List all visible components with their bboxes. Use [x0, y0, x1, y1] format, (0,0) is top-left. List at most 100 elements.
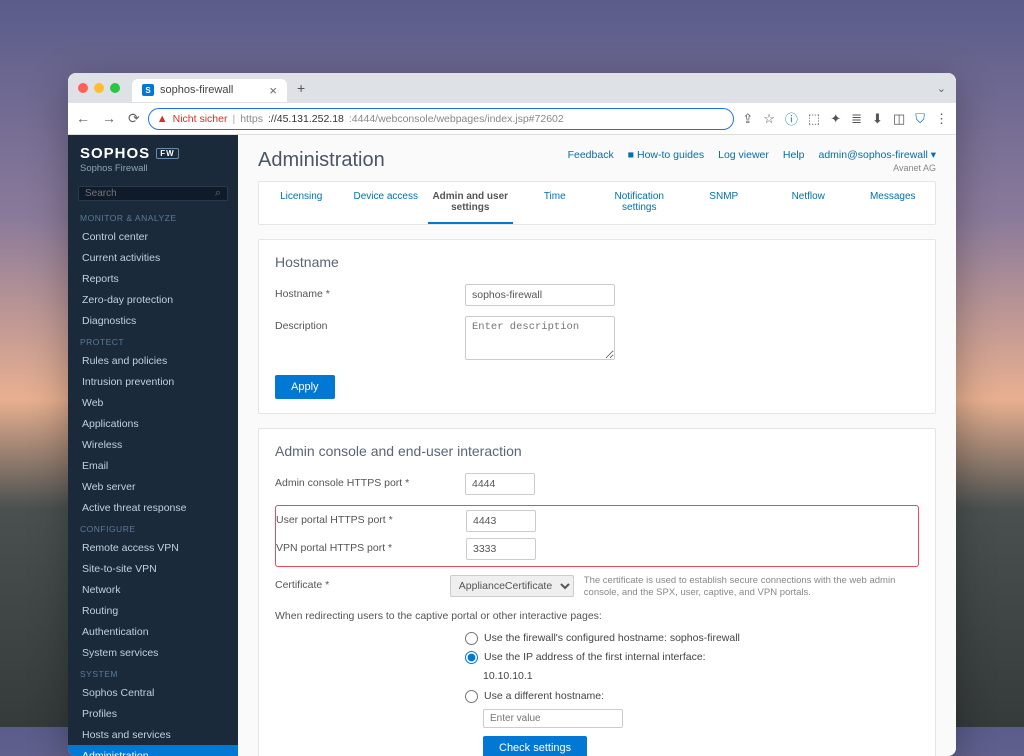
opt2-radio[interactable] — [465, 651, 478, 664]
sidebar-item-network[interactable]: Network — [68, 579, 238, 600]
opt2-ip: 10.10.10.1 — [483, 670, 740, 682]
reload-button[interactable]: ⟳ — [128, 110, 140, 127]
extension-icon-2[interactable]: ⬚ — [808, 111, 820, 127]
user-port-label: User portal HTTPS port * — [276, 510, 466, 526]
download-icon[interactable]: ⬇ — [872, 111, 883, 127]
brand-name: SOPHOS — [80, 145, 150, 162]
address-bar: ← → ⟳ ▲ Nicht sicher | https://45.131.25… — [68, 103, 956, 135]
app-body: SOPHOS FW Sophos Firewall ⌕ MONITOR & AN… — [68, 135, 956, 756]
new-tab-button[interactable]: + — [297, 80, 305, 96]
insecure-warning-icon: ▲ — [157, 113, 168, 125]
vpn-port-input[interactable] — [466, 538, 536, 560]
sidebar-item-zero-day-protection[interactable]: Zero-day protection — [68, 289, 238, 310]
url-host: ://45.131.252.18 — [268, 113, 344, 125]
brand-badge: FW — [156, 148, 178, 159]
sidebar-item-intrusion-prevention[interactable]: Intrusion prevention — [68, 371, 238, 392]
browser-actions: ⇪ ☆ ⓘ ⬚ ✦ ≣ ⬇ ◫ ⛉ ⋮ — [742, 109, 948, 128]
minimize-window-icon[interactable] — [94, 83, 104, 93]
tab-device-access[interactable]: Device access — [344, 182, 429, 224]
tab-notification-settings[interactable]: Notification settings — [597, 182, 682, 224]
opt1-radio[interactable] — [465, 632, 478, 645]
close-tab-icon[interactable]: × — [269, 83, 277, 98]
puzzle-icon[interactable]: ✦ — [830, 111, 841, 127]
highlighted-ports: User portal HTTPS port * VPN portal HTTP… — [275, 505, 919, 567]
hostname-input[interactable] — [465, 284, 615, 306]
sidebar-item-wireless[interactable]: Wireless — [68, 434, 238, 455]
cert-label: Certificate * — [275, 575, 450, 591]
maximize-window-icon[interactable] — [110, 83, 120, 93]
hostname-panel: Hostname Hostname * Description Apply — [258, 239, 936, 414]
tab-time[interactable]: Time — [513, 182, 598, 224]
cert-help: The certificate is used to establish sec… — [584, 575, 919, 600]
opt3-input[interactable] — [483, 709, 623, 728]
tab-netflow[interactable]: Netflow — [766, 182, 851, 224]
bookmark-icon[interactable]: ☆ — [763, 111, 775, 127]
howto-link[interactable]: ■ How-to guides — [628, 149, 704, 161]
sidebar-item-web-server[interactable]: Web server — [68, 476, 238, 497]
sidebar-search[interactable]: ⌕ — [78, 186, 228, 201]
sidebar-item-applications[interactable]: Applications — [68, 413, 238, 434]
sidebar-item-routing[interactable]: Routing — [68, 600, 238, 621]
admin-port-input[interactable] — [465, 473, 535, 495]
tab-admin-and-user-settings[interactable]: Admin and user settings — [428, 182, 513, 224]
shield-icon[interactable]: ⛉ — [915, 111, 925, 127]
search-input[interactable] — [85, 188, 201, 199]
sidebar-item-diagnostics[interactable]: Diagnostics — [68, 310, 238, 331]
feedback-link[interactable]: Feedback — [568, 149, 614, 161]
main-header: Administration Feedback ■ How-to guides … — [238, 135, 956, 181]
browser-window: S sophos-firewall × + ⌄ ← → ⟳ ▲ Nicht si… — [68, 73, 956, 756]
sidebar-item-authentication[interactable]: Authentication — [68, 621, 238, 642]
sidebar-section-header: CONFIGURE — [68, 518, 238, 537]
page-title: Administration — [258, 149, 385, 172]
sidebar-item-profiles[interactable]: Profiles — [68, 703, 238, 724]
sidebar-item-site-to-site-vpn[interactable]: Site-to-site VPN — [68, 558, 238, 579]
sidebar-item-active-threat-response[interactable]: Active threat response — [68, 497, 238, 518]
cert-select[interactable]: ApplianceCertificate — [450, 575, 574, 597]
apply-button[interactable]: Apply — [275, 375, 335, 399]
description-label: Description — [275, 316, 465, 332]
share-icon[interactable]: ⇪ — [742, 111, 753, 127]
sidebar-item-email[interactable]: Email — [68, 455, 238, 476]
browser-tab[interactable]: S sophos-firewall × — [132, 79, 287, 102]
sidebar-item-remote-access-vpn[interactable]: Remote access VPN — [68, 537, 238, 558]
opt2-label: Use the IP address of the first internal… — [484, 651, 706, 663]
admin-port-label: Admin console HTTPS port * — [275, 473, 465, 489]
opt1-label: Use the firewall's configured hostname: … — [484, 632, 740, 644]
sidebar-item-hosts-and-services[interactable]: Hosts and services — [68, 724, 238, 745]
back-button[interactable]: ← — [76, 110, 90, 127]
url-path: :4444/webconsole/webpages/index.jsp#7260… — [349, 113, 564, 125]
sidebar-item-sophos-central[interactable]: Sophos Central — [68, 682, 238, 703]
sidebar-item-rules-and-policies[interactable]: Rules and policies — [68, 350, 238, 371]
sidebar-section-header: MONITOR & ANALYZE — [68, 207, 238, 226]
sidebar: SOPHOS FW Sophos Firewall ⌕ MONITOR & AN… — [68, 135, 238, 756]
forward-button[interactable]: → — [102, 110, 116, 127]
opt3-radio[interactable] — [465, 690, 478, 703]
tab-snmp[interactable]: SNMP — [682, 182, 767, 224]
description-textarea[interactable] — [465, 316, 615, 360]
search-icon[interactable]: ⌕ — [215, 187, 221, 200]
extension-icon[interactable]: ⓘ — [785, 109, 798, 128]
tab-licensing[interactable]: Licensing — [259, 182, 344, 224]
help-link[interactable]: Help — [783, 149, 805, 161]
logviewer-link[interactable]: Log viewer — [718, 149, 769, 161]
close-window-icon[interactable] — [78, 83, 88, 93]
sidebar-item-system-services[interactable]: System services — [68, 642, 238, 663]
sidebar-item-web[interactable]: Web — [68, 392, 238, 413]
extension-icon-3[interactable]: ≣ — [851, 111, 862, 127]
sidebar-item-control-center[interactable]: Control center — [68, 226, 238, 247]
user-menu[interactable]: admin@sophos-firewall ▾ — [819, 149, 937, 161]
header-links: Feedback ■ How-to guides Log viewer Help… — [568, 149, 936, 161]
brand-subtitle: Sophos Firewall — [80, 163, 226, 174]
sidebar-item-reports[interactable]: Reports — [68, 268, 238, 289]
menu-icon[interactable]: ⋮ — [935, 111, 948, 127]
sidebar-item-administration[interactable]: Administration — [68, 745, 238, 756]
user-port-input[interactable] — [466, 510, 536, 532]
extension-icon-4[interactable]: ◫ — [893, 111, 905, 127]
window-controls — [78, 83, 120, 93]
url-input[interactable]: ▲ Nicht sicher | https://45.131.252.18:4… — [148, 108, 735, 130]
opt3-label: Use a different hostname: — [484, 690, 604, 702]
sidebar-item-current-activities[interactable]: Current activities — [68, 247, 238, 268]
tab-messages[interactable]: Messages — [851, 182, 936, 224]
tabs-dropdown-icon[interactable]: ⌄ — [937, 82, 946, 95]
check-settings-button[interactable]: Check settings — [483, 736, 587, 756]
